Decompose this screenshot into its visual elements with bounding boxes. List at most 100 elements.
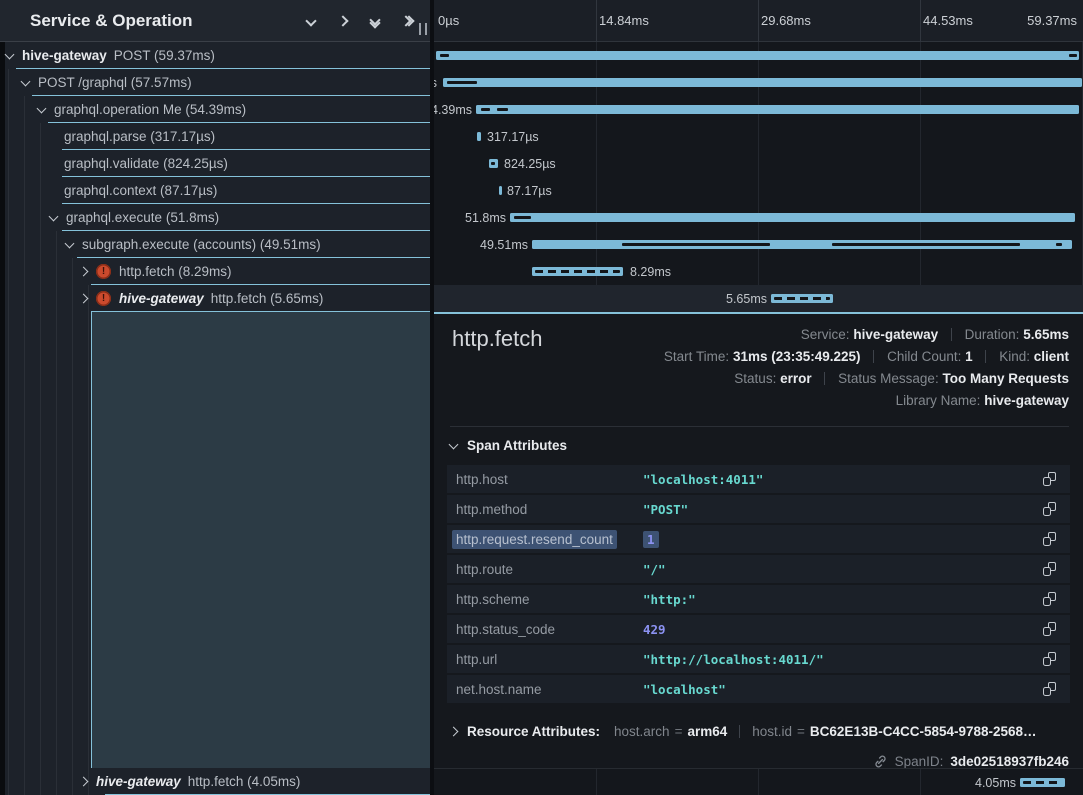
tree-row-http-fetch-565-selected[interactable]: ! hive-gateway http.fetch (5.65ms)	[0, 285, 430, 312]
attribute-value: 1	[643, 531, 659, 548]
tree-header: Service & Operation	[0, 0, 430, 42]
timeline-row[interactable]: 824.25µs	[434, 150, 1083, 177]
duration-label: 5.65ms	[726, 292, 767, 306]
attribute-value: "localhost:4011"	[643, 472, 763, 487]
copy-icon[interactable]	[1043, 622, 1056, 636]
attribute-row: http.scheme "http:"	[447, 585, 1070, 613]
meta-line: Library Name: hive-gateway	[664, 390, 1069, 412]
timeline-row[interactable]: 49.51ms	[434, 231, 1083, 258]
span-label: http.fetch (4.05ms)	[188, 774, 301, 789]
resource-key: host.id	[752, 724, 792, 739]
resource-attributes-row[interactable]: Resource Attributes: host.arch = arm64 h…	[450, 718, 1069, 744]
copy-icon[interactable]	[1043, 472, 1056, 486]
self-time-marker	[1069, 54, 1077, 57]
meta-divider	[873, 350, 874, 363]
span-title: http.fetch	[452, 326, 543, 352]
tree-row-graphql-parse[interactable]: graphql.parse (317.17µs)	[0, 123, 430, 150]
attribute-value: 429	[643, 622, 666, 637]
indent-guide	[88, 285, 89, 795]
self-time-marker	[491, 162, 495, 165]
span-bar	[443, 78, 1082, 87]
tree-row-http-fetch-829[interactable]: ! http.fetch (8.29ms)	[0, 258, 430, 285]
chevron-down-icon[interactable]	[449, 439, 459, 449]
attribute-row: http.route "/"	[447, 555, 1070, 583]
timeline-panel: 0µs 14.84ms 29.68ms 44.53ms 59.37ms 57.5…	[434, 0, 1083, 795]
tree-row-graphql-operation[interactable]: graphql.operation Me (54.39ms)	[0, 96, 430, 123]
expand-all-icon[interactable]	[398, 12, 416, 30]
copy-icon[interactable]	[1043, 532, 1056, 546]
splitter-grip-icon[interactable]	[419, 23, 427, 35]
span-bar	[476, 105, 1079, 114]
chevron-down-icon[interactable]	[5, 49, 15, 59]
span-label: POST /graphql (57.57ms)	[38, 75, 192, 90]
meta-label: Duration:	[965, 327, 1020, 342]
span-label: graphql.context (87.17µs)	[64, 183, 217, 198]
indent-guide	[72, 258, 73, 795]
chevron-down-icon[interactable]	[65, 238, 75, 248]
service-name: hive-gateway	[22, 48, 107, 63]
self-time-marker	[514, 216, 531, 219]
span-id-value: 3de02518937fb246	[950, 754, 1069, 769]
copy-icon[interactable]	[1043, 652, 1056, 666]
attribute-row: http.host "localhost:4011"	[447, 465, 1070, 493]
timeline-row[interactable]: 317.17µs	[434, 123, 1083, 150]
tree-row-post-graphql[interactable]: POST /graphql (57.57ms)	[0, 69, 430, 96]
span-attributes-header[interactable]: Span Attributes	[450, 438, 567, 453]
chevron-down-icon[interactable]	[37, 103, 47, 113]
collapse-one-icon[interactable]	[302, 12, 320, 30]
collapse-all-icon[interactable]	[366, 12, 384, 30]
chevron-right-icon[interactable]	[79, 777, 89, 787]
meta-value: hive-gateway	[984, 393, 1069, 408]
link-icon[interactable]	[873, 754, 888, 769]
time-tick: 44.53ms	[923, 13, 973, 28]
self-time-marker	[440, 54, 449, 57]
span-tree-panel: Service & Operation hive-gateway POST (5…	[0, 0, 430, 795]
tree-row-graphql-execute[interactable]: graphql.execute (51.8ms)	[0, 204, 430, 231]
timeline-row[interactable]: 87.17µs	[434, 177, 1083, 204]
error-icon: !	[96, 264, 111, 279]
chevron-down-icon[interactable]	[49, 211, 59, 221]
copy-icon[interactable]	[1043, 682, 1056, 696]
time-tick: 14.84ms	[599, 13, 649, 28]
meta-value: hive-gateway	[853, 327, 938, 342]
attribute-value: "localhost"	[643, 682, 726, 697]
time-tick: 29.68ms	[761, 13, 811, 28]
attribute-value: "http://localhost:4011/"	[643, 652, 824, 667]
grid-line	[920, 0, 921, 42]
copy-icon[interactable]	[1043, 592, 1056, 606]
attribute-key: http.host	[456, 472, 508, 487]
copy-icon[interactable]	[1043, 502, 1056, 516]
timeline-row[interactable]: 54.39ms	[434, 96, 1083, 123]
meta-divider	[739, 725, 740, 738]
attribute-key: http.status_code	[456, 622, 555, 637]
attribute-key: http.method	[456, 502, 527, 517]
timeline-row-bottom[interactable]: 4.05ms	[434, 768, 1083, 795]
copy-icon[interactable]	[1043, 562, 1056, 576]
error-icon: !	[96, 291, 111, 306]
chevron-right-icon[interactable]	[79, 294, 89, 304]
tree-row-hive-gateway-post[interactable]: hive-gateway POST (59.37ms)	[0, 42, 430, 69]
timeline-row-selected[interactable]: 5.65ms	[434, 285, 1083, 312]
section-title: Resource Attributes:	[467, 724, 600, 739]
chevron-right-icon[interactable]	[450, 726, 458, 736]
duration-label: 54.39ms	[434, 103, 472, 117]
span-label: http.fetch (8.29ms)	[119, 264, 232, 279]
chevron-right-icon[interactable]	[79, 267, 89, 277]
timeline-row[interactable]: 57.57ms	[434, 69, 1083, 96]
tree-row-graphql-context[interactable]: graphql.context (87.17µs)	[0, 177, 430, 204]
tree-row-graphql-validate[interactable]: graphql.validate (824.25µs)	[0, 150, 430, 177]
timeline-row[interactable]	[434, 42, 1083, 69]
chevron-down-icon[interactable]	[21, 76, 31, 86]
duration-label: 87.17µs	[507, 184, 552, 198]
tree-row-subgraph-execute[interactable]: subgraph.execute (accounts) (49.51ms)	[0, 231, 430, 258]
tree-row-http-fetch-405[interactable]: hive-gateway http.fetch (4.05ms)	[0, 768, 430, 795]
meta-line: Status: error Status Message: Too Many R…	[664, 368, 1069, 390]
attribute-key: http.url	[456, 652, 497, 667]
expand-one-icon[interactable]	[334, 12, 352, 30]
timeline-row[interactable]: 51.8ms	[434, 204, 1083, 231]
span-label: graphql.execute (51.8ms)	[66, 210, 219, 225]
meta-divider	[985, 350, 986, 363]
timeline-header: 0µs 14.84ms 29.68ms 44.53ms 59.37ms	[434, 0, 1083, 42]
timeline-row[interactable]: 8.29ms	[434, 258, 1083, 285]
attribute-key: http.route	[456, 562, 513, 577]
